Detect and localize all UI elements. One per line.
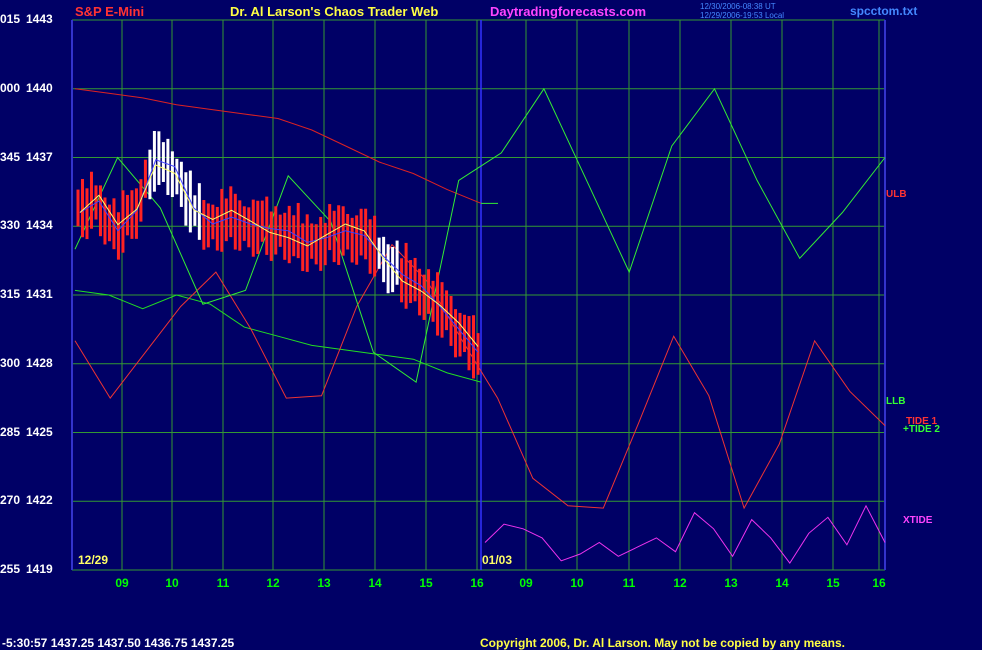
chart-title: Dr. Al Larson's Chaos Trader Web: [230, 4, 439, 19]
y-tick-label: 255 1419: [0, 562, 53, 576]
price-bar: [202, 200, 206, 250]
x-tick-label: 14: [775, 576, 789, 590]
x-tick-label: 13: [317, 576, 331, 590]
symbol-label: S&P E-Mini: [75, 4, 145, 19]
price-bar: [314, 224, 318, 265]
price-bar: [337, 205, 341, 265]
y-tick-label: 270 1422: [0, 493, 53, 508]
chart-series: [74, 87, 886, 564]
price-bar: [238, 200, 242, 251]
series-xtide: [484, 504, 886, 564]
price-bar: [80, 178, 84, 238]
price-bar: [292, 215, 296, 257]
price-bar: [395, 240, 399, 285]
y-tick-label: 330 1434: [0, 218, 53, 233]
stamp-ut: 12/30/2006-08:38 UT: [700, 2, 776, 11]
price-bar: [458, 312, 462, 357]
price-bar: [251, 199, 255, 257]
price-bar: [157, 131, 161, 185]
series-tide2: [74, 87, 886, 383]
file-name: spcctom.txt: [850, 4, 918, 18]
price-bar: [368, 219, 372, 274]
price-bar: [454, 309, 458, 358]
y-tick-label: 345 1437: [0, 149, 53, 164]
price-bar: [287, 205, 291, 264]
price-bar: [211, 204, 215, 240]
price-bar: [233, 193, 237, 250]
price-bar: [427, 269, 431, 314]
y-tick-label: 300 1428: [0, 355, 53, 370]
price-bar: [413, 257, 417, 302]
copyright: Copyright 2006, Dr. Al Larson. May not b…: [480, 636, 845, 650]
price-bar: [409, 260, 413, 304]
x-tick-label: 15: [419, 576, 433, 590]
price-bar: [328, 204, 332, 251]
stamp-local: 12/29/2006-19:53 Local: [700, 11, 785, 20]
price-bar: [269, 211, 273, 261]
x-tick-label: 11: [622, 576, 636, 590]
x-tick-label: 11: [216, 576, 230, 590]
price-bar: [166, 138, 170, 196]
price-bar: [134, 188, 138, 239]
date-left: 12/29: [78, 553, 109, 567]
price-bar: [296, 202, 300, 259]
price-bar: [274, 206, 278, 255]
price-bar: [422, 274, 426, 320]
price-bar: [305, 214, 309, 272]
quote-readout: -5:30:57 1437.25 1437.50 1436.75 1437.25: [2, 636, 235, 650]
price-bar: [463, 314, 467, 353]
y-tick-label: 315 1431: [0, 287, 53, 301]
series-ulb: [74, 88, 482, 204]
price-bar: [359, 208, 363, 256]
y-tick-label: 285 1425: [0, 424, 53, 439]
chart-grid: [71, 19, 886, 571]
tide2-label: +TIDE 2: [903, 424, 940, 435]
y-tick-label: 000 1440: [0, 80, 53, 95]
price-bar: [89, 171, 93, 229]
price-bar: [184, 172, 188, 226]
price-bar: [206, 203, 210, 248]
price-bar: [98, 185, 102, 237]
price-bar: [350, 217, 354, 263]
price-bar: [170, 151, 174, 198]
price-bar: [76, 189, 80, 227]
y-tick-label: 015 1443: [0, 12, 53, 26]
price-bar: [476, 333, 480, 375]
x-tick-label: 15: [826, 576, 840, 590]
price-bar: [355, 215, 359, 265]
x-tick-label: 12: [673, 576, 687, 590]
price-bar: [242, 206, 246, 241]
x-tick-label: 10: [570, 576, 584, 590]
price-bar: [125, 194, 129, 236]
x-tick-label: 16: [872, 576, 886, 590]
xtide-label: XTIDE: [903, 515, 933, 526]
x-tick-label: 14: [368, 576, 382, 590]
series-tide1: [74, 243, 886, 510]
price-bar: [418, 268, 422, 316]
x-tick-label: 12: [266, 576, 280, 590]
price-bar: [319, 216, 323, 271]
x-tick-label: 09: [519, 576, 533, 590]
x-tick-label: 10: [165, 576, 179, 590]
price-bar: [278, 214, 282, 247]
price-bar: [260, 200, 264, 242]
price-bar: [247, 207, 251, 248]
price-bar: [301, 223, 305, 272]
site-link[interactable]: Daytradingforecasts.com: [490, 4, 646, 19]
x-tick-label: 13: [724, 576, 738, 590]
price-bar: [215, 206, 219, 251]
x-tick-label: 16: [470, 576, 484, 590]
x-tick-label: 09: [115, 576, 129, 590]
ulb-label: ULB: [886, 189, 907, 200]
price-bar: [265, 196, 269, 255]
price-bar: [323, 222, 327, 266]
price-bar: [332, 210, 336, 263]
price-bar: [116, 212, 120, 260]
llb-label: LLB: [886, 396, 906, 407]
date-right: 01/03: [482, 553, 513, 567]
price-bar: [386, 244, 390, 294]
price-bar: [85, 188, 89, 240]
price-bar: [256, 200, 260, 255]
